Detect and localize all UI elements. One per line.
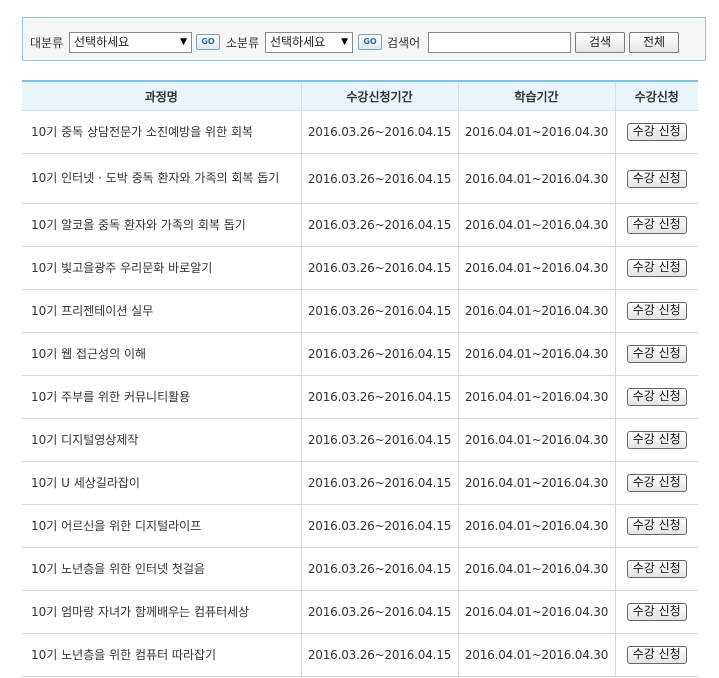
apply-period: 2016.03.26~2016.04.15 — [301, 418, 459, 462]
minor-go-button[interactable]: GO — [358, 34, 382, 50]
apply-period: 2016.03.26~2016.04.15 — [301, 375, 459, 419]
apply-button[interactable]: 수강 신청 — [626, 123, 687, 141]
table-row: 10기 노년층을 위한 컴퓨터 따라잡기 2016.03.26~2016.04.1… — [22, 633, 698, 677]
study-period: 2016.04.01~2016.04.30 — [458, 332, 616, 376]
course-table: 과정명 수강신청기간 학습기간 수강신청 10기 중독 상담전문가 소진예방을 … — [22, 80, 698, 677]
study-period: 2016.04.01~2016.04.30 — [458, 203, 616, 247]
study-period: 2016.04.01~2016.04.30 — [458, 246, 616, 290]
apply-cell: 수강 신청 — [615, 590, 698, 634]
apply-cell: 수강 신청 — [615, 461, 698, 505]
apply-period: 2016.03.26~2016.04.15 — [301, 332, 459, 376]
apply-period: 2016.03.26~2016.04.15 — [301, 461, 459, 505]
apply-button[interactable]: 수강 신청 — [626, 560, 687, 578]
header-apply: 수강신청 — [615, 80, 698, 111]
table-row: 10기 웹 접근성의 이해 2016.03.26~2016.04.15 2016.0… — [22, 332, 698, 376]
apply-period: 2016.03.26~2016.04.15 — [301, 590, 459, 634]
study-period: 2016.04.01~2016.04.30 — [458, 547, 616, 591]
apply-period: 2016.03.26~2016.04.15 — [301, 110, 459, 154]
apply-cell: 수강 신청 — [615, 633, 698, 677]
apply-button[interactable]: 수강 신청 — [626, 474, 687, 492]
keyword-label: 검색어 — [387, 36, 421, 50]
header-course-name: 과정명 — [22, 80, 302, 111]
table-row: 10기 디지털영상제작 2016.03.26~2016.04.15 2016.04.… — [22, 418, 698, 462]
keyword-input[interactable] — [428, 32, 571, 53]
table-row: 10기 알코올 중독 환자와 가족의 회복 돕기 2016.03.26~2016.… — [22, 203, 698, 247]
study-period: 2016.04.01~2016.04.30 — [458, 418, 616, 462]
apply-button[interactable]: 수강 신청 — [626, 302, 687, 320]
table-row: 10기 프리젠테이션 실무 2016.03.26~2016.04.15 2016.0… — [22, 289, 698, 333]
apply-cell: 수강 신청 — [615, 332, 698, 376]
course-name: 10기 알코올 중독 환자와 가족의 회복 돕기 — [22, 203, 302, 247]
apply-button[interactable]: 수강 신청 — [626, 216, 687, 234]
apply-period: 2016.03.26~2016.04.15 — [301, 504, 459, 548]
course-name: 10기 프리젠테이션 실무 — [22, 289, 302, 333]
apply-button[interactable]: 수강 신청 — [626, 169, 687, 188]
course-name: 10기 엄마랑 자녀가 함께배우는 컴퓨터세상 — [22, 590, 302, 634]
apply-period: 2016.03.26~2016.04.15 — [301, 203, 459, 247]
table-row: 10기 빛고을광주 우리문화 바로알기 2016.03.26~2016.04.15… — [22, 246, 698, 290]
study-period: 2016.04.01~2016.04.30 — [458, 504, 616, 548]
study-period: 2016.04.01~2016.04.30 — [458, 461, 616, 505]
apply-button[interactable]: 수강 신청 — [626, 431, 687, 449]
apply-cell: 수강 신청 — [615, 547, 698, 591]
table-header-row: 과정명 수강신청기간 학습기간 수강신청 — [22, 80, 698, 111]
table-row: 10기 주부를 위한 커뮤니티활용 2016.03.26~2016.04.15 20… — [22, 375, 698, 419]
apply-button[interactable]: 수강 신청 — [626, 388, 687, 406]
course-name: 10기 중독 상담전문가 소진예방을 위한 회복 — [22, 110, 302, 154]
course-name: 10기 인터넷 · 도박 중독 환자와 가족의 회복 돕기 — [22, 153, 302, 204]
search-bar: 대분류 선택하세요 ▼ GO 소분류 선택하세요 ▼ GO 검색어 검색 전체 — [22, 17, 706, 61]
major-category-label: 대분류 — [30, 36, 64, 50]
course-name: 10기 노년층을 위한 인터넷 첫걸음 — [22, 547, 302, 591]
course-name: 10기 디지털영상제작 — [22, 418, 302, 462]
apply-button[interactable]: 수강 신청 — [626, 517, 687, 535]
minor-category-select[interactable]: 선택하세요 ▼ — [265, 32, 353, 53]
major-go-button[interactable]: GO — [196, 34, 220, 50]
study-period: 2016.04.01~2016.04.30 — [458, 633, 616, 677]
course-name: 10기 어르신을 위한 디지털라이프 — [22, 504, 302, 548]
show-all-button[interactable]: 전체 — [629, 32, 679, 53]
apply-button[interactable]: 수강 신청 — [626, 345, 687, 363]
apply-button[interactable]: 수강 신청 — [626, 646, 687, 664]
apply-cell: 수강 신청 — [615, 504, 698, 548]
major-category-value: 선택하세요 — [74, 35, 130, 49]
apply-cell: 수강 신청 — [615, 289, 698, 333]
chevron-down-icon: ▼ — [341, 37, 348, 47]
minor-category-value: 선택하세요 — [270, 35, 326, 49]
course-name: 10기 노년층을 위한 컴퓨터 따라잡기 — [22, 633, 302, 677]
study-period: 2016.04.01~2016.04.30 — [458, 375, 616, 419]
study-period: 2016.04.01~2016.04.30 — [458, 153, 616, 204]
apply-cell: 수강 신청 — [615, 110, 698, 154]
course-name: 10기 웹 접근성의 이해 — [22, 332, 302, 376]
apply-cell: 수강 신청 — [615, 375, 698, 419]
header-apply-period: 수강신청기간 — [301, 80, 459, 111]
search-button[interactable]: 검색 — [575, 32, 625, 53]
chevron-down-icon: ▼ — [180, 37, 187, 47]
table-row: 10기 엄마랑 자녀가 함께배우는 컴퓨터세상 2016.03.26~2016.0… — [22, 590, 698, 634]
table-row: 10기 인터넷 · 도박 중독 환자와 가족의 회복 돕기 2016.03.26~… — [22, 153, 698, 204]
course-name: 10기 빛고을광주 우리문화 바로알기 — [22, 246, 302, 290]
apply-period: 2016.03.26~2016.04.15 — [301, 246, 459, 290]
course-name: 10기 U 세상길라잡이 — [22, 461, 302, 505]
header-study-period: 학습기간 — [458, 80, 616, 111]
table-row: 10기 U 세상길라잡이 2016.03.26~2016.04.15 2016.04… — [22, 461, 698, 505]
course-name: 10기 주부를 위한 커뮤니티활용 — [22, 375, 302, 419]
study-period: 2016.04.01~2016.04.30 — [458, 289, 616, 333]
table-row: 10기 어르신을 위한 디지털라이프 2016.03.26~2016.04.15 2… — [22, 504, 698, 548]
apply-period: 2016.03.26~2016.04.15 — [301, 547, 459, 591]
study-period: 2016.04.01~2016.04.30 — [458, 590, 616, 634]
minor-category-label: 소분류 — [226, 36, 260, 50]
major-category-select[interactable]: 선택하세요 ▼ — [69, 32, 192, 53]
study-period: 2016.04.01~2016.04.30 — [458, 110, 616, 154]
apply-period: 2016.03.26~2016.04.15 — [301, 289, 459, 333]
apply-period: 2016.03.26~2016.04.15 — [301, 633, 459, 677]
table-row: 10기 노년층을 위한 인터넷 첫걸음 2016.03.26~2016.04.15… — [22, 547, 698, 591]
apply-cell: 수강 신청 — [615, 203, 698, 247]
apply-cell: 수강 신청 — [615, 246, 698, 290]
apply-period: 2016.03.26~2016.04.15 — [301, 153, 459, 204]
apply-cell: 수강 신청 — [615, 153, 698, 204]
apply-button[interactable]: 수강 신청 — [626, 603, 687, 621]
apply-cell: 수강 신청 — [615, 418, 698, 462]
table-row: 10기 중독 상담전문가 소진예방을 위한 회복 2016.03.26~2016.… — [22, 110, 698, 154]
apply-button[interactable]: 수강 신청 — [626, 259, 687, 277]
